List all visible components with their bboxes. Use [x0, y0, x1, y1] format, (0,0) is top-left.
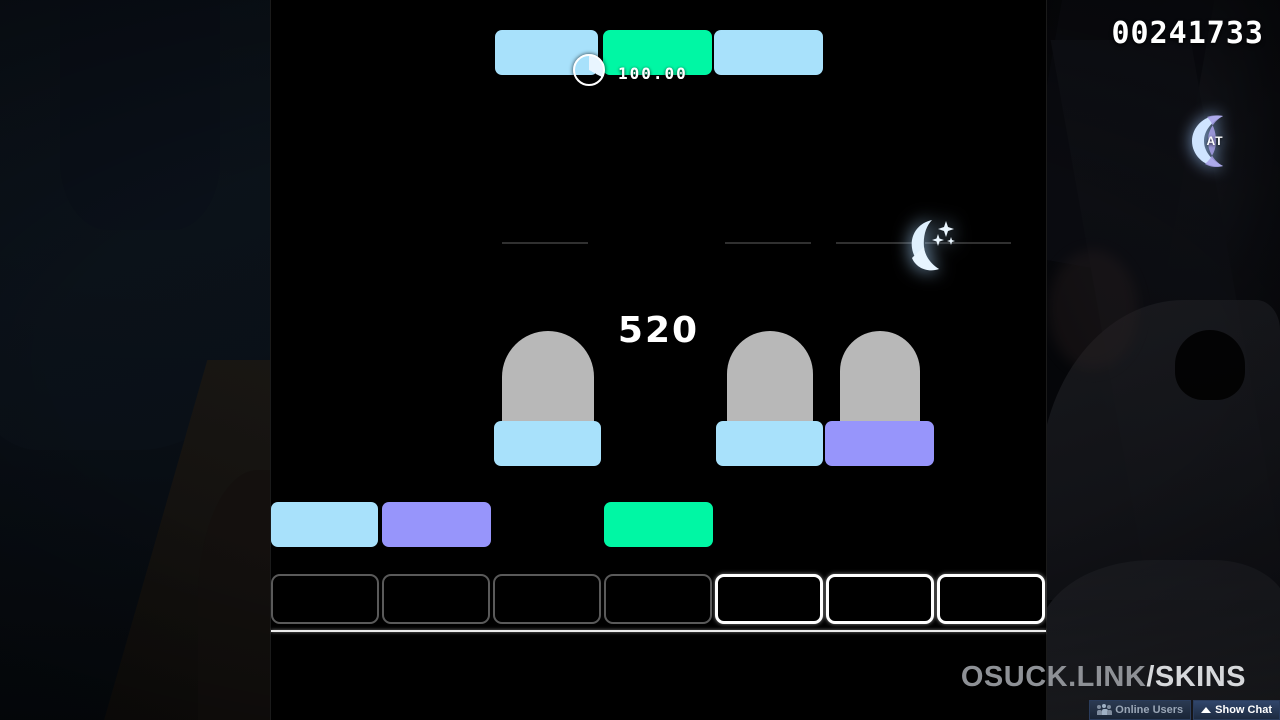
- game-screen: 520 00241733 100.00 AT OSUCK.LINK/SKINS: [0, 0, 1280, 720]
- stage-border-right: [1046, 0, 1047, 720]
- receptor-column-1[interactable]: [271, 574, 379, 624]
- barline: [725, 242, 811, 244]
- receptor-column-6[interactable]: [826, 574, 934, 624]
- hold-note: [716, 331, 823, 466]
- mania-playfield[interactable]: 520: [270, 0, 1047, 720]
- receptor-column-2[interactable]: [382, 574, 490, 624]
- score-display: 00241733: [1111, 16, 1264, 51]
- receptor-column-7[interactable]: [937, 574, 1045, 624]
- combo-counter: 520: [617, 310, 700, 351]
- chat-bar[interactable]: Online Users Show Chat: [1089, 700, 1280, 720]
- mod-auto-icon: AT: [1180, 110, 1242, 172]
- hold-note-head: [825, 421, 934, 466]
- online-users-button[interactable]: Online Users: [1089, 700, 1192, 720]
- receptor-column-5[interactable]: [715, 574, 823, 624]
- receptor-column-3[interactable]: [493, 574, 601, 624]
- tap-note: [714, 30, 823, 75]
- mod-auto-label: AT: [1206, 134, 1224, 148]
- hold-note-head: [716, 421, 823, 466]
- site-watermark: OSUCK.LINK/SKINS: [961, 661, 1246, 694]
- show-chat-button[interactable]: Show Chat: [1193, 700, 1280, 720]
- tap-note: [604, 502, 713, 547]
- show-chat-label: Show Chat: [1215, 704, 1272, 716]
- tap-note: [382, 502, 491, 547]
- barline: [502, 242, 588, 244]
- watermark-suffix: /SKINS: [1146, 661, 1246, 693]
- chevron-up-icon: [1201, 707, 1212, 713]
- crescent-moon-stars-icon: [898, 214, 962, 276]
- tap-note: [271, 502, 378, 547]
- online-users-label: Online Users: [1115, 704, 1184, 716]
- hold-note: [494, 331, 601, 466]
- watermark-prefix: OSUCK.LINK: [960, 661, 1147, 693]
- song-progress-pie: [573, 54, 605, 86]
- hit-position-line: [271, 630, 1046, 632]
- accuracy-display: 100.00: [618, 64, 688, 83]
- hold-note: [825, 331, 934, 466]
- receptor-column-4[interactable]: [604, 574, 712, 624]
- users-icon: [1096, 704, 1112, 715]
- hold-note-head: [494, 421, 601, 466]
